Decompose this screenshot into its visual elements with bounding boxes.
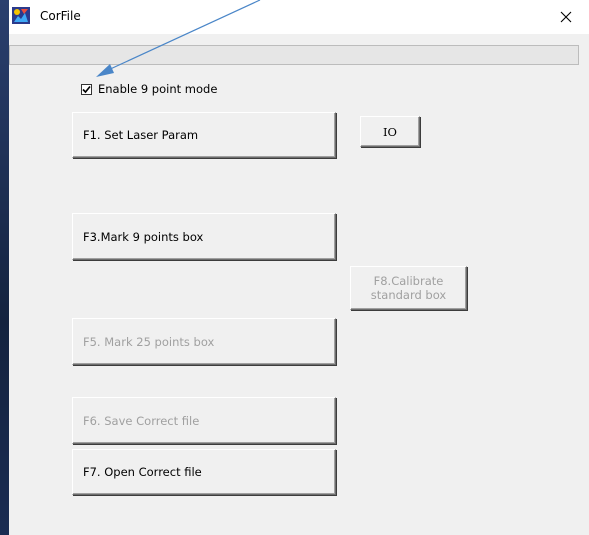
corfile-window: CorFile Enable 9 point mode F1. Set Lase… — [9, 0, 589, 535]
enable-9-point-option[interactable]: Enable 9 point mode — [81, 82, 217, 96]
calibrate-standard-box-button[interactable]: F8.Calibrate standard box — [350, 266, 467, 310]
mark-25-points-box-button[interactable]: F5. Mark 25 points box — [72, 318, 336, 365]
title-bar[interactable]: CorFile — [9, 0, 589, 34]
io-button[interactable]: IO — [360, 116, 420, 147]
checkmark-icon — [82, 85, 91, 93]
set-laser-param-button[interactable]: F1. Set Laser Param — [72, 112, 336, 158]
enable-9-point-label: Enable 9 point mode — [98, 82, 218, 96]
save-correct-file-button[interactable]: F6. Save Correct file — [72, 397, 336, 444]
close-button[interactable] — [543, 0, 589, 34]
corfile-app-icon — [12, 7, 30, 24]
window-title: CorFile — [40, 9, 81, 23]
enable-9-point-checkbox[interactable] — [81, 83, 92, 95]
progress-bar — [9, 45, 579, 65]
close-icon[interactable] — [560, 11, 572, 23]
mark-9-points-box-button[interactable]: F3.Mark 9 points box — [72, 213, 336, 260]
open-correct-file-button[interactable]: F7. Open Correct file — [72, 449, 336, 495]
background-desktop-edge — [0, 0, 9, 535]
